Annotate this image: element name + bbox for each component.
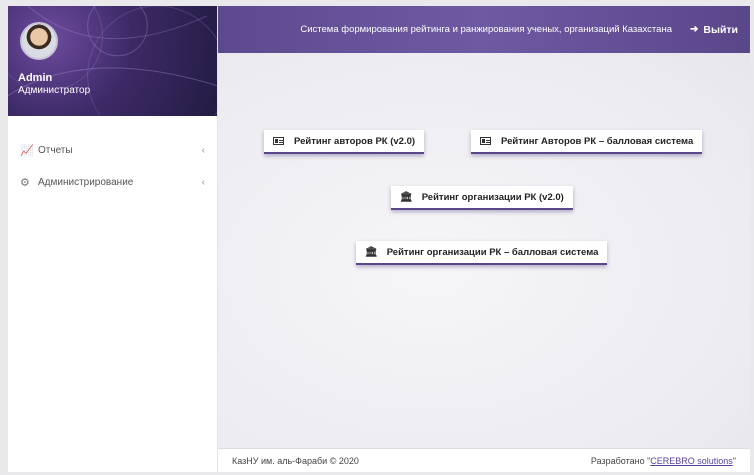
authors-rating-v2-button[interactable]: Рейтинг авторов РК (v2.0) (264, 130, 425, 154)
user-name: Admin (18, 72, 53, 84)
button-label: Рейтинг организации РК (v2.0) (421, 191, 564, 203)
sidebar-item-label: Администрирование (38, 176, 134, 188)
authors-rating-points-button[interactable]: Рейтинг Авторов РК – балловая система (471, 130, 703, 154)
top-header: Система формирования рейтинга и ранжиров… (218, 6, 750, 53)
user-role: Администратор (18, 85, 91, 96)
sidebar: Admin Администратор 📈 Отчеты ‹ ⚙ Админис… (8, 6, 218, 472)
avatar (20, 22, 58, 60)
footer-credit-prefix: Разработано " (590, 455, 651, 466)
footer: КазНУ им. аль-Фараби © 2020 Разработано … (218, 448, 750, 472)
id-card-icon (480, 137, 491, 145)
sidebar-item-reports[interactable]: 📈 Отчеты ‹ (8, 134, 217, 166)
button-label: Рейтинг Авторов РК – балловая система (501, 135, 694, 147)
user-panel: Admin Администратор (8, 6, 217, 116)
chart-line-icon: 📈 (20, 144, 34, 157)
organizations-rating-points-button[interactable]: 🏛 Рейтинг организации РК – балловая сист… (356, 241, 608, 265)
logout-button[interactable]: ➜ Выйти (690, 24, 738, 36)
logout-label: Выйти (703, 23, 738, 36)
chevron-left-icon: ‹ (201, 144, 205, 156)
header-title: Система формирования рейтинга и ранжиров… (300, 24, 672, 35)
developer-link[interactable]: CEREBRO solutions (650, 456, 733, 466)
organizations-rating-v2-button[interactable]: 🏛 Рейтинг организации РК (v2.0) (391, 186, 573, 210)
sidebar-item-label: Отчеты (38, 144, 73, 156)
sidebar-item-administration[interactable]: ⚙ Администрирование ‹ (8, 166, 217, 198)
app-frame: Admin Администратор 📈 Отчеты ‹ ⚙ Админис… (8, 6, 750, 472)
sidebar-menu: 📈 Отчеты ‹ ⚙ Администрирование ‹ (8, 134, 217, 198)
institution-icon: 🏛 (365, 246, 378, 258)
chevron-left-icon: ‹ (201, 176, 205, 188)
button-label: Рейтинг организации РК – балловая систем… (386, 246, 599, 258)
button-label: Рейтинг авторов РК (v2.0) (294, 135, 416, 147)
id-card-icon (273, 137, 284, 145)
main-content: Рейтинг авторов РК (v2.0) Рейтинг Авторо… (218, 53, 750, 448)
footer-credit: Разработано "CEREBRO solutions" (591, 456, 736, 466)
institution-icon: 🏛 (400, 191, 413, 203)
footer-copyright: КазНУ им. аль-Фараби © 2020 (232, 455, 359, 466)
sign-out-icon: ➜ (690, 24, 699, 35)
footer-credit-suffix: " (732, 455, 736, 466)
gears-icon: ⚙ (20, 176, 30, 189)
